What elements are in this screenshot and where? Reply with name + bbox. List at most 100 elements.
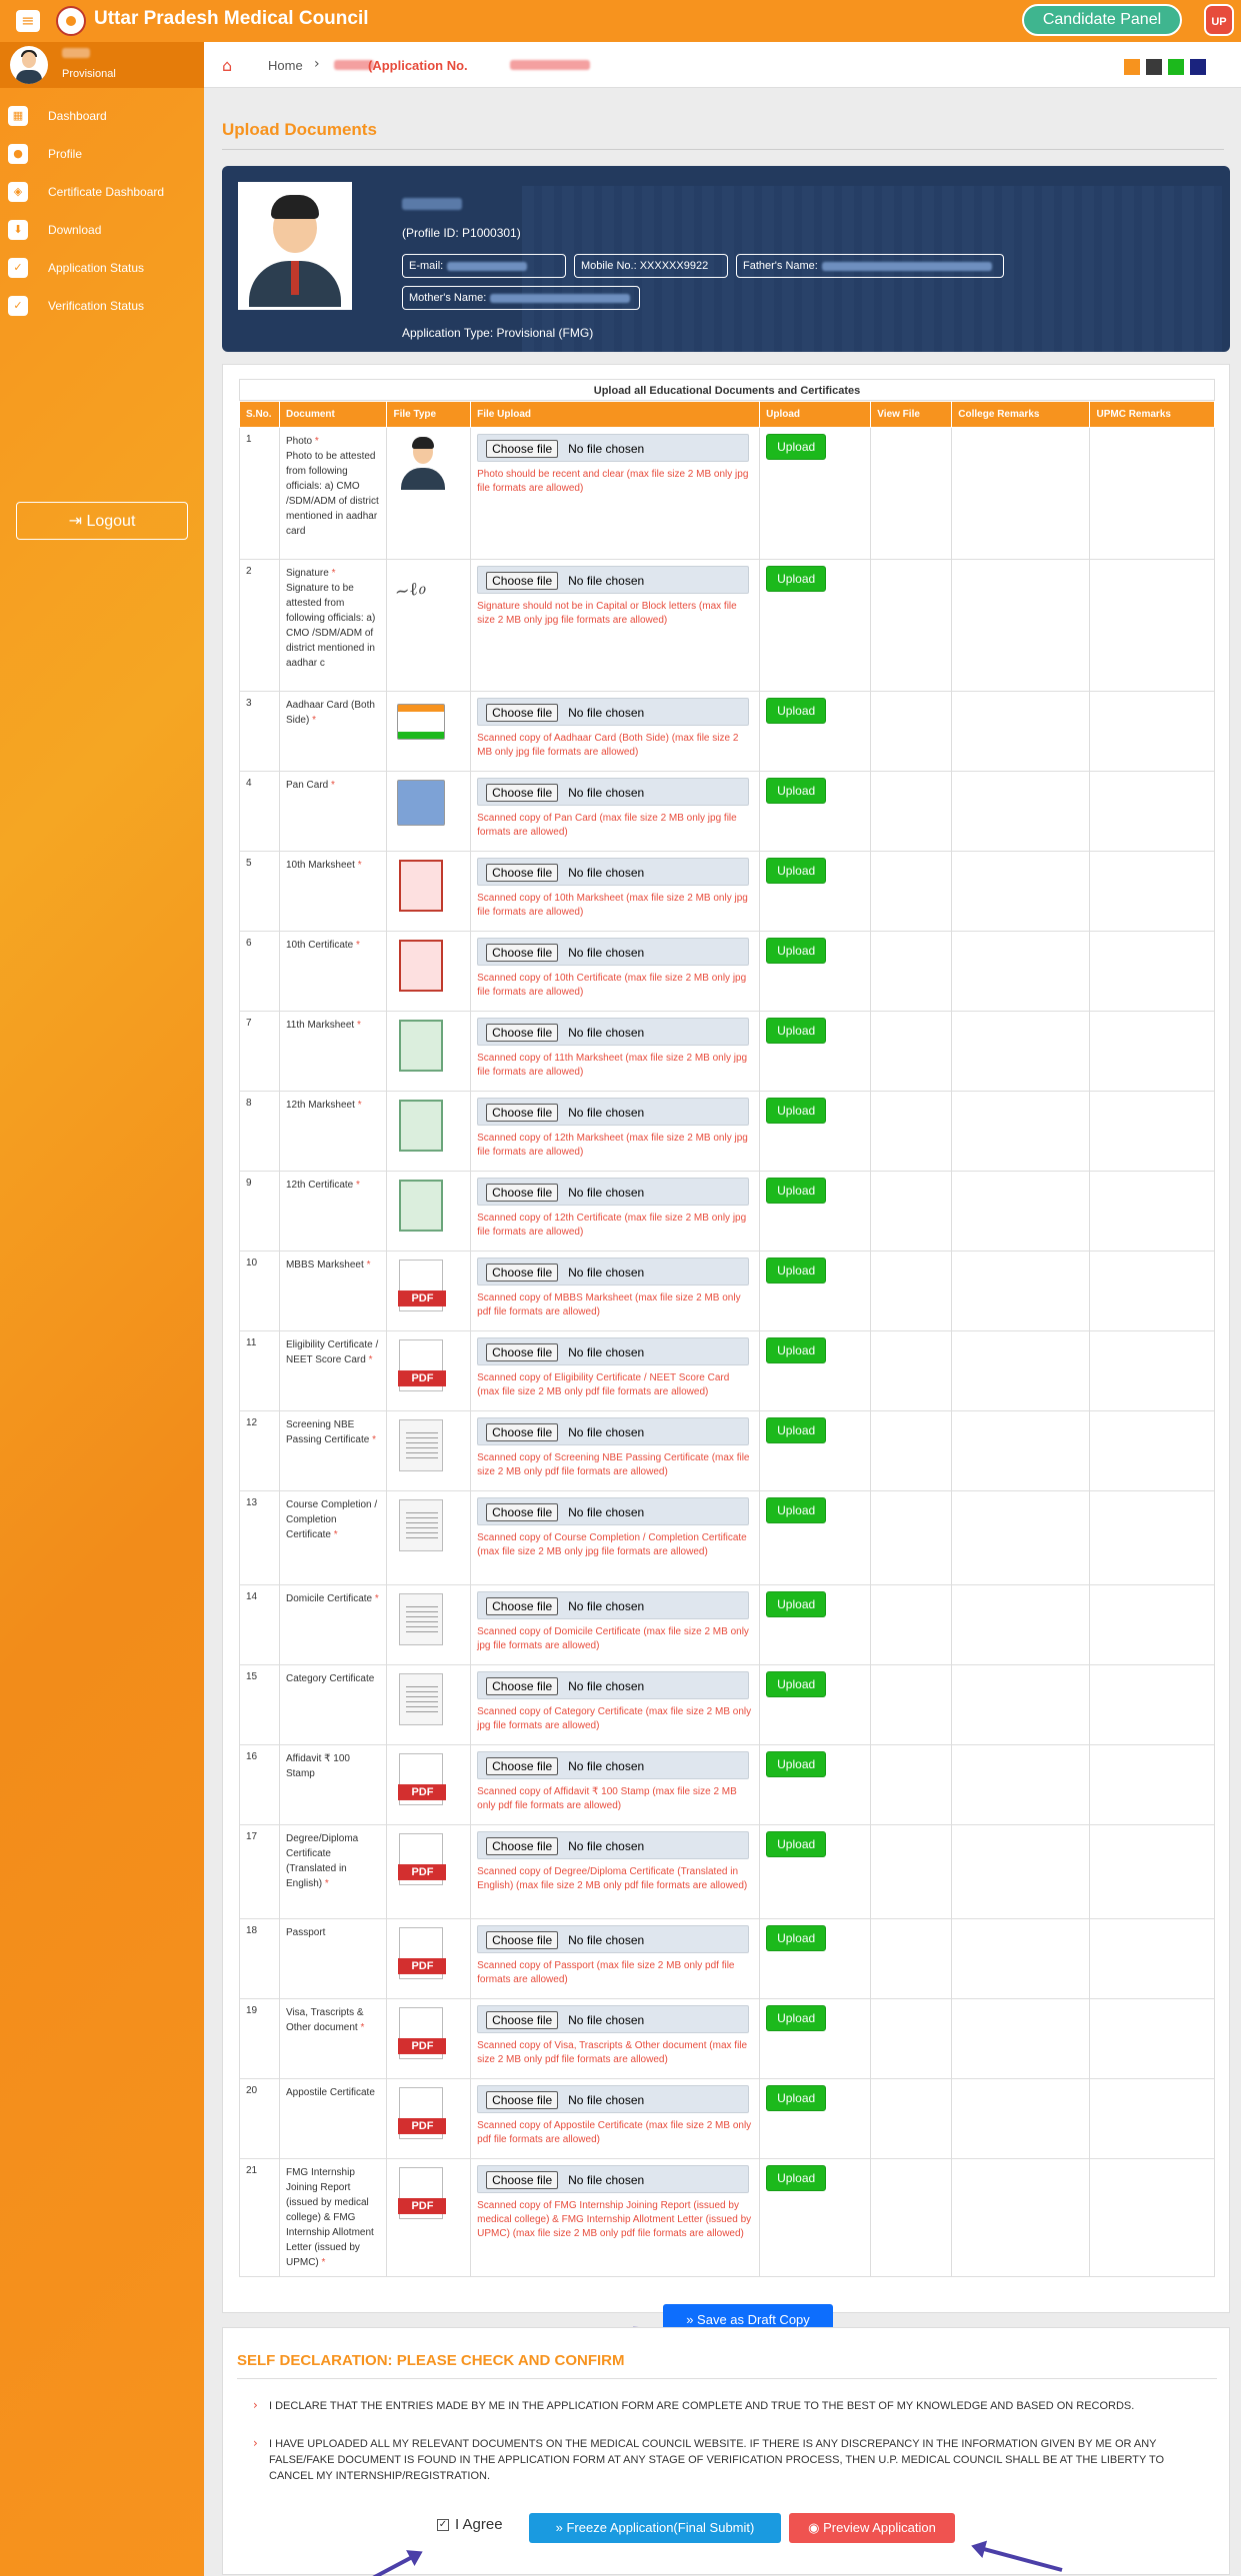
theme-swatch[interactable] [1146, 59, 1162, 75]
choose-file-button[interactable]: Choose file [486, 1264, 559, 1282]
file-input[interactable]: Choose file No file chosen [477, 1751, 750, 1779]
file-input[interactable]: Choose file No file chosen [477, 1417, 750, 1445]
file-input[interactable]: Choose file No file chosen [477, 434, 750, 462]
file-input[interactable]: Choose file No file chosen [477, 2085, 750, 2113]
menu-toggle-icon[interactable]: ≡ [16, 10, 40, 32]
column-header: File Type [386, 401, 472, 428]
document-sample-icon [399, 1419, 444, 1471]
sidebar-item-profile[interactable]: ● Profile [8, 138, 204, 168]
preview-application-button[interactable]: ◉ Preview Application [789, 2513, 955, 2543]
no-file-text: No file chosen [568, 1266, 645, 1280]
upload-button[interactable]: Upload [766, 1831, 827, 1857]
upload-button[interactable]: Upload [766, 1178, 827, 1204]
choose-file-button[interactable]: Choose file [486, 1503, 559, 1521]
upload-button[interactable]: Upload [766, 2085, 827, 2111]
file-input[interactable]: Choose file No file chosen [477, 1591, 750, 1619]
file-input[interactable]: Choose file No file chosen [477, 1671, 750, 1699]
choose-file-button[interactable]: Choose file [486, 704, 559, 722]
upload-button[interactable]: Upload [766, 1337, 827, 1363]
choose-file-button[interactable]: Choose file [486, 784, 559, 802]
upload-button[interactable]: Upload [766, 698, 827, 724]
choose-file-button[interactable]: Choose file [486, 864, 559, 882]
choose-file-button[interactable]: Choose file [486, 1184, 559, 1202]
sidebar-item-label: Profile [48, 147, 83, 161]
file-upload-cell: Choose file No file chosen Scanned copy of… [470, 1584, 761, 1665]
upload-button[interactable]: Upload [766, 1098, 827, 1124]
file-input[interactable]: Choose file No file chosen [477, 1831, 750, 1859]
theme-swatch[interactable] [1190, 59, 1206, 75]
file-input[interactable]: Choose file No file chosen [477, 1098, 750, 1126]
file-input[interactable]: Choose file No file chosen [477, 858, 750, 886]
sidebar-item-dashboard[interactable]: ▦ Dashboard [8, 100, 204, 130]
upmc-remarks-cell [1089, 1664, 1215, 1745]
upload-button[interactable]: Upload [766, 1591, 827, 1617]
file-input[interactable]: Choose file No file chosen [477, 1258, 750, 1286]
row-number: 21 [239, 2158, 280, 2277]
upload-button[interactable]: Upload [766, 1751, 827, 1777]
upload-cell: Upload [759, 1011, 872, 1092]
file-input[interactable]: Choose file No file chosen [477, 2005, 750, 2033]
freeze-application-button[interactable]: » Freeze Application(Final Submit) [529, 2513, 781, 2543]
up-badge[interactable]: UP [1204, 4, 1234, 36]
sidebar-item-download[interactable]: ⬇ Download [8, 214, 204, 244]
college-remarks-cell [951, 1410, 1091, 1491]
no-file-text: No file chosen [568, 2093, 645, 2107]
mother-name-redacted [490, 293, 631, 303]
marksheet-sample-icon [399, 1100, 444, 1152]
upload-button[interactable]: Upload [766, 566, 827, 592]
choose-file-button[interactable]: Choose file [486, 1931, 559, 1949]
choose-file-button[interactable]: Choose file [486, 1024, 559, 1042]
choose-file-button[interactable]: Choose file [486, 440, 559, 458]
choose-file-button[interactable]: Choose file [486, 1757, 559, 1775]
file-input[interactable]: Choose file No file chosen [477, 1337, 750, 1365]
sidebar-item-application-status[interactable]: ✓ Application Status [8, 252, 204, 282]
file-input[interactable]: Choose file No file chosen [477, 1178, 750, 1206]
upload-button[interactable]: Upload [766, 2005, 827, 2031]
view-file-cell [870, 1171, 953, 1252]
choose-file-button[interactable]: Choose file [486, 2091, 559, 2109]
upload-button[interactable]: Upload [766, 434, 827, 460]
upload-button[interactable]: Upload [766, 1925, 827, 1951]
agree-checkbox[interactable]: ✓ [437, 2519, 449, 2531]
document-label: Photo [285, 436, 313, 447]
upload-button[interactable]: Upload [766, 1258, 827, 1284]
file-input[interactable]: Choose file No file chosen [477, 566, 750, 594]
file-input[interactable]: Choose file No file chosen [477, 1925, 750, 1953]
upload-button[interactable]: Upload [766, 2165, 827, 2191]
choose-file-button[interactable]: Choose file [486, 1104, 559, 1122]
file-input[interactable]: Choose file No file chosen [477, 778, 750, 806]
choose-file-button[interactable]: Choose file [486, 1343, 559, 1361]
choose-file-button[interactable]: Choose file [486, 1677, 559, 1695]
upload-button[interactable]: Upload [766, 1018, 827, 1044]
choose-file-button[interactable]: Choose file [486, 572, 559, 590]
candidate-panel-button[interactable]: Candidate Panel [1022, 4, 1182, 36]
file-input[interactable]: Choose file No file chosen [477, 1018, 750, 1046]
choose-file-button[interactable]: Choose file [486, 2171, 559, 2189]
theme-swatch[interactable] [1168, 59, 1184, 75]
upmc-remarks-cell [1089, 1744, 1215, 1825]
choose-file-button[interactable]: Choose file [486, 1597, 559, 1615]
choose-file-button[interactable]: Choose file [486, 1837, 559, 1855]
file-input[interactable]: Choose file No file chosen [477, 1497, 750, 1525]
upload-button[interactable]: Upload [766, 1417, 827, 1443]
theme-swatch[interactable] [1124, 59, 1140, 75]
user-role: Provisional [62, 68, 116, 80]
upload-button[interactable]: Upload [766, 858, 827, 884]
breadcrumb-home[interactable]: Home [268, 58, 303, 73]
upload-button[interactable]: Upload [766, 1671, 827, 1697]
choose-file-button[interactable]: Choose file [486, 2011, 559, 2029]
choose-file-button[interactable]: Choose file [486, 1423, 559, 1441]
sidebar-item-verification-status[interactable]: ✓ Verification Status [8, 290, 204, 320]
choose-file-button[interactable]: Choose file [486, 944, 559, 962]
upload-button[interactable]: Upload [766, 778, 827, 804]
file-input[interactable]: Choose file No file chosen [477, 698, 750, 726]
upload-button[interactable]: Upload [766, 938, 827, 964]
file-input[interactable]: Choose file No file chosen [477, 2165, 750, 2193]
upload-hint: Scanned copy of Eligibility Certificate … [477, 1372, 730, 1397]
home-icon[interactable]: ⌂ [222, 56, 240, 75]
logout-button[interactable]: ⇥ Logout [16, 502, 188, 540]
upload-button[interactable]: Upload [766, 1497, 827, 1523]
sidebar-item-certificate-dashboard[interactable]: ◈ Certificate Dashboard [8, 176, 204, 206]
file-input[interactable]: Choose file No file chosen [477, 938, 750, 966]
required-marker: * [321, 2257, 326, 2268]
